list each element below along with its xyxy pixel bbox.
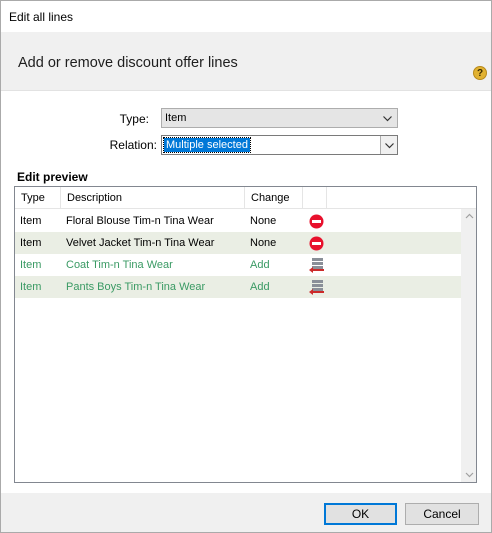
table-row[interactable]: Item Floral Blouse Tim-n Tina Wear None	[15, 210, 461, 232]
remove-icon[interactable]	[309, 236, 324, 251]
edit-preview-label: Edit preview	[17, 170, 88, 184]
type-label: Type:	[119, 112, 149, 126]
type-dropdown[interactable]: Item	[161, 108, 398, 128]
scroll-up-icon[interactable]	[465, 212, 474, 221]
chevron-down-icon	[385, 143, 394, 149]
table-row[interactable]: Item Velvet Jacket Tim-n Tina Wear None	[15, 232, 461, 254]
ok-button[interactable]: OK	[324, 503, 397, 525]
type-value: Item	[165, 112, 187, 124]
table-row[interactable]: Item Coat Tim-n Tina Wear Add	[15, 254, 461, 276]
cell-description: Floral Blouse Tim-n Tina Wear	[66, 215, 214, 227]
cell-type: Item	[20, 215, 42, 227]
cancel-button[interactable]: Cancel	[405, 503, 479, 525]
cell-change: None	[250, 215, 277, 227]
vertical-scrollbar[interactable]	[461, 209, 476, 482]
cell-description: Velvet Jacket Tim-n Tina Wear	[66, 237, 215, 249]
title-bar[interactable]: Edit all lines	[1, 1, 491, 32]
scroll-down-icon[interactable]	[465, 470, 474, 479]
cell-change: Add	[250, 259, 270, 271]
dialog-heading: Add or remove discount offer lines	[18, 55, 238, 71]
dialog-footer: OK Cancel	[1, 493, 491, 532]
relation-value: Multiple selected	[163, 137, 251, 153]
chevron-down-icon	[383, 116, 392, 122]
column-header-type[interactable]: Type	[15, 187, 61, 209]
remove-icon[interactable]	[309, 214, 324, 229]
cell-type: Item	[20, 259, 42, 271]
add-lines-icon[interactable]	[309, 279, 325, 295]
cell-type: Item	[20, 281, 42, 293]
cell-change: Add	[250, 281, 270, 293]
table-row[interactable]: Item Pants Boys Tim-n Tina Wear Add	[15, 276, 461, 298]
cell-change: None	[250, 237, 277, 249]
relation-label: Relation:	[109, 138, 157, 152]
cell-description: Coat Tim-n Tina Wear	[66, 259, 173, 271]
dialog-window: Edit all lines Add or remove discount of…	[0, 0, 492, 533]
cell-description: Pants Boys Tim-n Tina Wear	[66, 281, 206, 293]
relation-dropdown-button[interactable]	[380, 136, 397, 154]
window-title: Edit all lines	[9, 10, 74, 24]
column-header-change[interactable]: Change	[245, 187, 303, 209]
column-header-description[interactable]: Description	[61, 187, 245, 209]
add-lines-icon[interactable]	[309, 257, 325, 273]
cell-type: Item	[20, 237, 42, 249]
dialog-header: Add or remove discount offer lines ?	[1, 32, 491, 91]
column-header-icon[interactable]	[303, 187, 327, 209]
grid-header: Type Description Change	[15, 187, 476, 209]
relation-dropdown[interactable]: Multiple selected	[161, 135, 398, 155]
help-icon[interactable]: ?	[473, 66, 487, 80]
edit-preview-grid[interactable]: Type Description Change Item Floral Blou…	[14, 186, 477, 483]
